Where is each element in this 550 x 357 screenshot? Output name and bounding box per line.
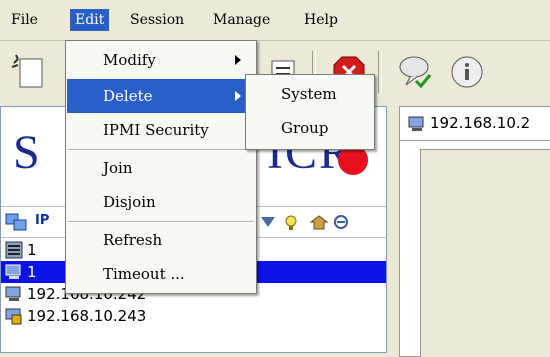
tree-row-label: 192.168.10.243 [27, 307, 147, 325]
menu-item-label: Modify [103, 51, 156, 69]
logo-text-left: S [13, 126, 42, 179]
menu-item-label: IPMI Security [103, 121, 209, 139]
chat-icon[interactable] [394, 51, 436, 93]
tree-tools [261, 215, 348, 230]
menu-edit[interactable]: Edit [70, 9, 110, 31]
tree-header-label: IP [35, 213, 50, 228]
menu-manage[interactable]: Manage [208, 9, 275, 31]
tab-label: 192.168.10.2 [430, 114, 531, 132]
delete-submenu: System Group [245, 74, 375, 150]
menu-item-ipmi-security[interactable]: IPMI Security [67, 113, 255, 147]
menu-file[interactable]: File [6, 9, 43, 31]
computer-ipmi-icon [5, 307, 23, 325]
info-icon[interactable] [446, 51, 488, 93]
menu-item-label: Refresh [103, 231, 163, 249]
network-icon [5, 213, 27, 231]
tree-row-label: 1 [27, 241, 37, 259]
submenu-item-label: Group [281, 119, 329, 137]
tab-system[interactable]: 192.168.10.2 [399, 106, 550, 141]
submenu-item-group[interactable]: Group [247, 111, 373, 145]
edit-menu-dropdown: Modify Delete IPMI Security Join Disjoin… [65, 40, 257, 294]
menu-item-label: Join [103, 159, 133, 177]
menu-item-disjoin[interactable]: Disjoin [67, 185, 255, 219]
menu-item-join[interactable]: Join [67, 151, 255, 185]
computer-icon [5, 285, 23, 303]
submenu-item-system[interactable]: System [247, 77, 373, 111]
menu-item-timeout[interactable]: Timeout ... [67, 257, 255, 291]
submenu-arrow-icon [235, 91, 241, 101]
tab-content [399, 140, 550, 357]
computer-icon [5, 263, 23, 281]
menu-session[interactable]: Session [125, 9, 189, 31]
menu-help[interactable]: Help [299, 9, 343, 31]
submenu-arrow-icon [235, 55, 241, 65]
tree-row[interactable]: 192.168.10.243 [1, 305, 386, 327]
computer-icon [408, 116, 424, 131]
menu-item-label: Timeout ... [103, 265, 185, 283]
tree-row-label: 1 [27, 263, 37, 281]
new-icon[interactable] [8, 51, 50, 93]
menu-item-delete[interactable]: Delete [67, 79, 255, 113]
right-panel: 192.168.10.2 [391, 106, 550, 357]
server-rack-icon [5, 241, 23, 259]
content-frame [420, 149, 550, 357]
menu-item-modify[interactable]: Modify [67, 43, 255, 77]
menu-item-label: Disjoin [103, 193, 156, 211]
menu-bar: File Edit Session Manage Help [0, 0, 550, 41]
submenu-item-label: System [281, 85, 337, 103]
toolbar-separator [378, 51, 382, 93]
menu-item-refresh[interactable]: Refresh [67, 223, 255, 257]
menu-item-label: Delete [103, 87, 153, 105]
